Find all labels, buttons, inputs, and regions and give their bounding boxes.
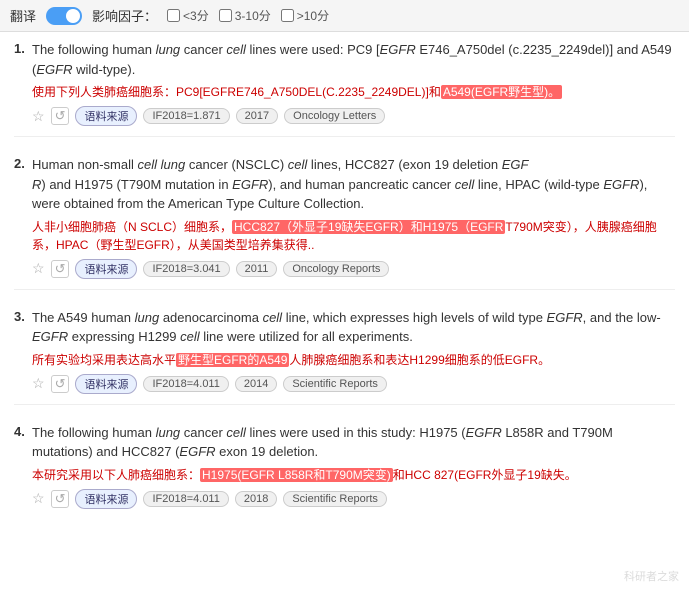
highlight-1: A549(EGFR野生型)。: [441, 85, 562, 99]
watermark: 科研者之家: [624, 568, 679, 584]
filter-3to10-label: 3-10分: [235, 7, 271, 24]
journal-badge-4: Scientific Reports: [283, 491, 387, 507]
highlight-3: 野生型EGFR的A549: [176, 353, 289, 367]
result-item-2: 2. Human non-small cell lung cancer (NSC…: [14, 155, 675, 290]
result-number-3: 3.: [14, 309, 25, 324]
refresh-icon-3[interactable]: ↺: [51, 375, 70, 393]
if-badge-1: IF2018=1.871: [143, 108, 229, 124]
chinese-text-4: 本研究采用以下人肺癌细胞系：H1975(EGFR L858R和T790M突变)和…: [32, 466, 675, 484]
filter-label: 影响因子：: [92, 6, 157, 25]
results-content: 1. The following human lung cancer cell …: [0, 32, 689, 547]
translate-label: 翻译: [10, 6, 36, 25]
source-badge-2[interactable]: 语料来源: [75, 259, 137, 279]
filter-more10-label: >10分: [297, 7, 329, 24]
meta-bar-2: ☆ ↺ 语料来源 IF2018=3.041 2011 Oncology Repo…: [32, 259, 675, 279]
refresh-icon-1[interactable]: ↺: [51, 107, 70, 125]
meta-bar-3: ☆ ↺ 语料来源 IF2018=4.011 2014 Scientific Re…: [32, 374, 675, 394]
result-item-3: 3. The A549 human lung adenocarcinoma ce…: [14, 308, 675, 405]
result-text-2: Human non-small cell lung cancer (NSCLC)…: [32, 155, 675, 214]
star-icon-1[interactable]: ☆: [32, 108, 45, 125]
chinese-text-1: 使用下列人类肺癌细胞系：PC9[EGFRE746_A750DEL(C.2235_…: [32, 83, 675, 101]
if-badge-4: IF2018=4.011: [143, 491, 228, 507]
filter-3to10[interactable]: 3-10分: [219, 7, 271, 24]
filter-less3-checkbox[interactable]: [167, 9, 180, 22]
result-number-2: 2.: [14, 156, 25, 171]
filter-less3-label: <3分: [183, 7, 209, 24]
star-icon-4[interactable]: ☆: [32, 490, 45, 507]
filter-more10-checkbox[interactable]: [281, 9, 294, 22]
result-item-1: 1. The following human lung cancer cell …: [14, 40, 675, 137]
result-text-4: The following human lung cancer cell lin…: [32, 423, 675, 462]
source-badge-1[interactable]: 语料来源: [75, 106, 137, 126]
filter-more10[interactable]: >10分: [281, 7, 329, 24]
source-badge-3[interactable]: 语料来源: [75, 374, 137, 394]
highlight-2: HCC827（外显子19缺失EGFR）和H1975（EGFR: [232, 220, 505, 234]
result-item-4: 4. The following human lung cancer cell …: [14, 423, 675, 519]
result-number-4: 4.: [14, 424, 25, 439]
journal-badge-1: Oncology Letters: [284, 108, 385, 124]
year-badge-4: 2018: [235, 491, 277, 507]
year-badge-1: 2017: [236, 108, 278, 124]
result-text-3: The A549 human lung adenocarcinoma cell …: [32, 308, 675, 347]
refresh-icon-4[interactable]: ↺: [51, 490, 70, 508]
result-text-1: The following human lung cancer cell lin…: [32, 40, 675, 79]
chinese-text-3: 所有实验均采用表达高水平野生型EGFR的A549人肺腺癌细胞系和表达H1299细…: [32, 351, 675, 369]
star-icon-2[interactable]: ☆: [32, 260, 45, 277]
highlight-4: H1975(EGFR L858R和T790M突变): [200, 468, 393, 482]
filter-3to10-checkbox[interactable]: [219, 9, 232, 22]
translate-toggle[interactable]: [46, 7, 82, 25]
refresh-icon-2[interactable]: ↺: [51, 260, 70, 278]
source-badge-4[interactable]: 语料来源: [75, 489, 137, 509]
if-badge-2: IF2018=3.041: [143, 261, 229, 277]
if-badge-3: IF2018=4.011: [143, 376, 228, 392]
year-badge-2: 2011: [236, 261, 278, 277]
toggle-knob: [66, 9, 80, 23]
journal-badge-2: Oncology Reports: [283, 261, 389, 277]
star-icon-3[interactable]: ☆: [32, 375, 45, 392]
journal-badge-3: Scientific Reports: [283, 376, 387, 392]
chinese-text-2: 人非小细胞肺癌（N SCLC）细胞系，HCC827（外显子19缺失EGFR）和H…: [32, 218, 675, 254]
meta-bar-1: ☆ ↺ 语料来源 IF2018=1.871 2017 Oncology Lett…: [32, 106, 675, 126]
filter-less3[interactable]: <3分: [167, 7, 209, 24]
year-badge-3: 2014: [235, 376, 277, 392]
top-bar: 翻译 影响因子： <3分 3-10分 >10分: [0, 0, 689, 32]
result-number-1: 1.: [14, 41, 25, 56]
meta-bar-4: ☆ ↺ 语料来源 IF2018=4.011 2018 Scientific Re…: [32, 489, 675, 509]
